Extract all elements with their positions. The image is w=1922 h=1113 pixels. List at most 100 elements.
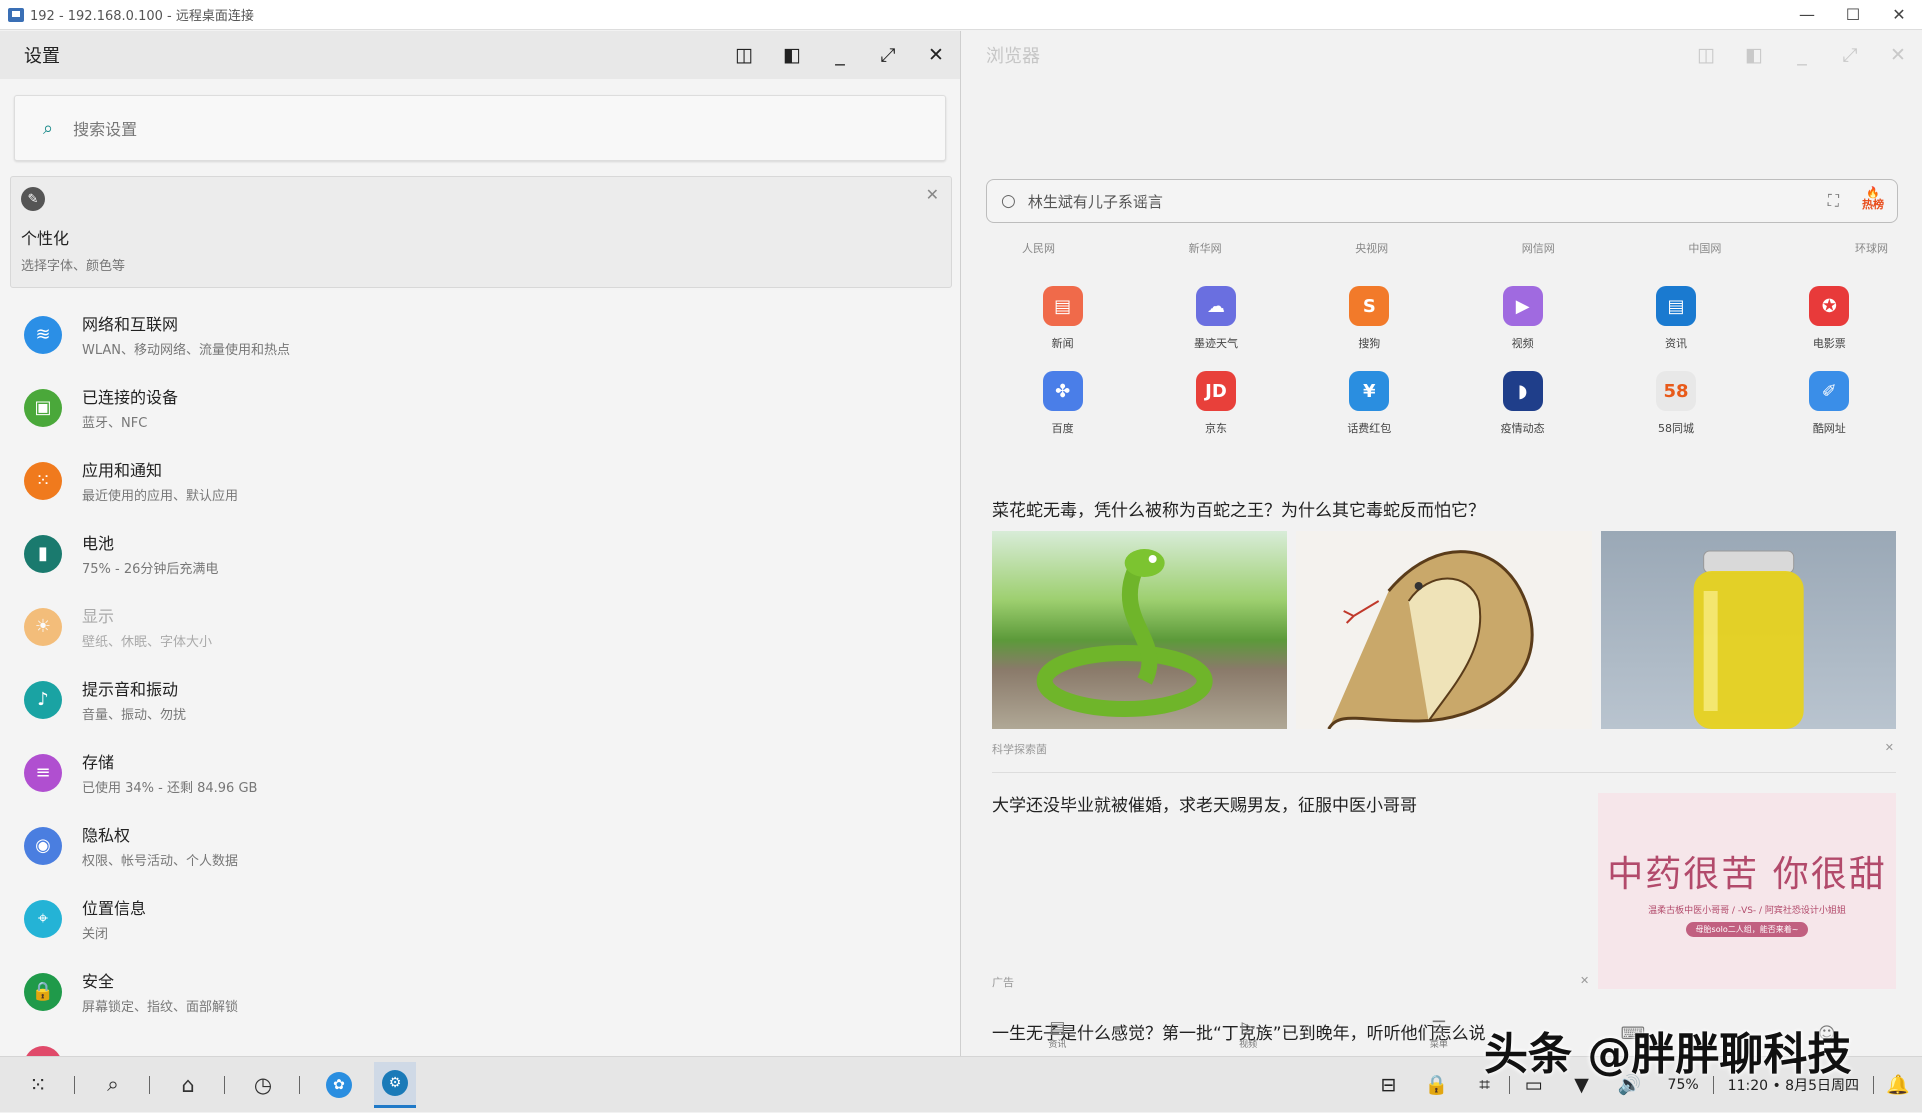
bottom-nav-label: 资讯: [1048, 1039, 1067, 1050]
settings-item[interactable]: ▮ 电池 75% - 26分钟后充满电: [0, 517, 960, 590]
settings-item[interactable]: ≋ 网络和互联网 WLAN、移动网络、流量使用和热点: [0, 298, 960, 371]
dismiss-news-icon[interactable]: ✕: [1885, 741, 1894, 754]
news-source-link[interactable]: 新华网: [1189, 240, 1222, 256]
settings-item[interactable]: ☀ 显示 壁纸、休眠、字体大小: [0, 590, 960, 663]
bottom-nav-item[interactable]: ☰ 菜单: [1430, 1019, 1448, 1050]
settings-item-text: 位置信息 关闭: [82, 895, 146, 942]
shortcut-item[interactable]: ✪ 电影票: [1753, 286, 1906, 351]
settings-item[interactable]: ♪ 提示音和振动 音量、振动、勿扰: [0, 663, 960, 736]
settings-item-subtitle: 权限、帐号活动、个人数据: [82, 854, 239, 869]
recent-icon[interactable]: ◷: [244, 1065, 282, 1105]
news-tab-icon: ▤: [1049, 1017, 1066, 1038]
browser-app-icon: ✿: [326, 1071, 352, 1098]
ad-image[interactable]: 中药很苦 你很甜 温柔古板中医小哥哥 / -VS- / 阿宾社恐设计小姐姐 母胎…: [1598, 793, 1896, 989]
suggestion-close-icon[interactable]: ✕: [926, 185, 939, 204]
settings-search-input[interactable]: ⌕ 搜索设置: [14, 95, 946, 161]
lock-icon[interactable]: 🔒: [1413, 1073, 1461, 1096]
settings-item-title: 已连接的设备: [82, 388, 179, 407]
news-source-link[interactable]: 中国网: [1688, 240, 1721, 256]
shortcut-item[interactable]: ▶ 视频: [1446, 286, 1599, 351]
menu-tab-icon: ☰: [1431, 1017, 1447, 1038]
split-left-button[interactable]: ◫: [720, 44, 768, 66]
remote-desktop-icon: [8, 7, 24, 22]
close-button[interactable]: ✕: [912, 44, 960, 66]
settings-item-subtitle: 已使用 34% - 还剩 84.96 GB: [82, 781, 258, 796]
maximize-button[interactable]: ⤢: [1826, 44, 1874, 66]
news-source-link[interactable]: 央视网: [1355, 240, 1388, 256]
shortcut-label: 话费红包: [1347, 422, 1392, 435]
shortcut-item[interactable]: ✐ 酷网址: [1753, 371, 1906, 436]
shortcut-item[interactable]: JD 京东: [1139, 371, 1292, 436]
settings-item[interactable]: ◉ 隐私权 权限、帐号活动、个人数据: [0, 809, 960, 882]
news-app-icon: ▤: [1042, 286, 1083, 326]
video-tab-icon: ▷: [1241, 1017, 1255, 1038]
scan-icon[interactable]: ⛶: [1828, 191, 1839, 211]
close-button[interactable]: ✕: [1874, 44, 1922, 66]
ad-headline[interactable]: 大学还没毕业就被催婚，求老天赐男友，征服中医小哥哥: [992, 791, 1417, 816]
settings-item[interactable]: ●帐号: [0, 1028, 960, 1056]
minimize-button[interactable]: _: [816, 44, 864, 66]
shortcut-item[interactable]: ▤ 新闻: [986, 286, 1139, 351]
split-left-button[interactable]: ◫: [1682, 44, 1730, 66]
cast-icon[interactable]: ⊟: [1365, 1074, 1413, 1096]
divider: [992, 772, 1896, 773]
ad-image-subtext: 温柔古板中医小哥哥 / -VS- / 阿宾社恐设计小姐姐: [1648, 906, 1846, 916]
minimize-button[interactable]: _: [1778, 44, 1826, 66]
shortcut-label: 搜狗: [1358, 337, 1381, 350]
settings-header: 设置 ◫ ◧ _ ⤢ ✕: [0, 31, 960, 79]
news-source-link[interactable]: 网信网: [1522, 240, 1555, 256]
video-app-icon: ▶: [1502, 286, 1543, 326]
rdp-maximize-button[interactable]: ☐: [1830, 5, 1876, 24]
settings-item[interactable]: ⌖ 位置信息 关闭: [0, 882, 960, 955]
settings-item[interactable]: 🔒 安全 屏幕锁定、指纹、面部解锁: [0, 955, 960, 1028]
settings-item-title: 存储: [82, 753, 115, 772]
taskbar-app[interactable]: ✿: [318, 1062, 360, 1108]
bottom-nav-item[interactable]: ▤ 资讯: [1048, 1019, 1066, 1050]
settings-item-title: 电池: [82, 534, 115, 553]
search-icon[interactable]: ⌕: [94, 1065, 132, 1105]
news-image-row[interactable]: [992, 531, 1896, 729]
split-right-button[interactable]: ◧: [1730, 44, 1778, 66]
pen-icon: ✎: [21, 187, 45, 211]
shortcut-item[interactable]: ▤ 资讯: [1599, 286, 1752, 351]
settings-title: 设置: [24, 46, 60, 67]
shortcut-item[interactable]: ¥ 话费红包: [1293, 371, 1446, 436]
split-right-button[interactable]: ◧: [768, 44, 816, 66]
notification-bell-icon[interactable]: 🔔: [1874, 1073, 1922, 1096]
bottom-nav-item[interactable]: ▷ 视频: [1239, 1019, 1257, 1050]
maximize-button[interactable]: ⤢: [864, 44, 912, 66]
home-icon[interactable]: ⌂: [169, 1065, 207, 1105]
shortcut-grid: ▤ 新闻 ☁ 墨迹天气 S 搜狗 ▶ 视频 ▤ 资讯 ✪ 电影票 ✤ 百度 JD 京东 ¥ 话费红包 ◗ 疫情动态 58…: [986, 286, 1906, 436]
settings-item-subtitle: 音量、振动、勿扰: [82, 708, 187, 723]
news-source-link[interactable]: 人民网: [1022, 240, 1055, 256]
app-drawer-icon[interactable]: ⁙: [19, 1065, 57, 1105]
rdp-minimize-button[interactable]: —: [1784, 5, 1830, 24]
settings-item-title: 应用和通知: [82, 461, 163, 480]
wifi-icon: ≋: [24, 315, 62, 354]
settings-item[interactable]: ▣ 已连接的设备 蓝牙、NFC: [0, 371, 960, 444]
hot-list-icon[interactable]: 🔥 热榜: [1859, 187, 1887, 215]
shortcut-item[interactable]: 58 58同城: [1599, 371, 1752, 436]
green-snake-image: [992, 531, 1288, 729]
taskbar-app[interactable]: ⚙: [374, 1061, 416, 1108]
shortcut-item[interactable]: ✤ 百度: [986, 371, 1139, 436]
settings-item[interactable]: ⁙ 应用和通知 最近使用的应用、默认应用: [0, 444, 960, 517]
phone-credit-app-icon: ¥: [1349, 371, 1390, 411]
settings-item-subtitle: 蓝牙、NFC: [82, 416, 148, 431]
bottom-nav-label: 菜单: [1429, 1039, 1448, 1050]
shortcut-label: 资讯: [1664, 337, 1687, 350]
shortcut-item[interactable]: S 搜狗: [1293, 286, 1446, 351]
taskbar-buttons: ⁙ ⌕ ⌂ ◷: [0, 1065, 300, 1105]
rdp-close-button[interactable]: ✕: [1876, 5, 1922, 24]
news-headline[interactable]: 菜花蛇无毒，凭什么被称为百蛇之王？为什么其它毒蛇反而怕它？: [992, 496, 1485, 521]
shortcut-item[interactable]: ◗ 疫情动态: [1446, 371, 1599, 436]
58-app-icon: 58: [1655, 371, 1696, 411]
news-source-link[interactable]: 环球网: [1855, 240, 1888, 256]
lock-icon: 🔒: [24, 972, 62, 1011]
settings-item[interactable]: ≡ 存储 已使用 34% - 还剩 84.96 GB: [0, 736, 960, 809]
oil-jar-image: [1600, 531, 1896, 729]
dismiss-ad-icon[interactable]: ✕: [1580, 974, 1589, 987]
shortcut-item[interactable]: ☁ 墨迹天气: [1139, 286, 1292, 351]
personalize-suggestion-card[interactable]: ✎ 个性化 选择字体、颜色等 ✕: [10, 176, 952, 288]
browser-search-input[interactable]: ○ 林生斌有儿子系谣言 ⛶ 🔥 热榜: [986, 179, 1898, 223]
